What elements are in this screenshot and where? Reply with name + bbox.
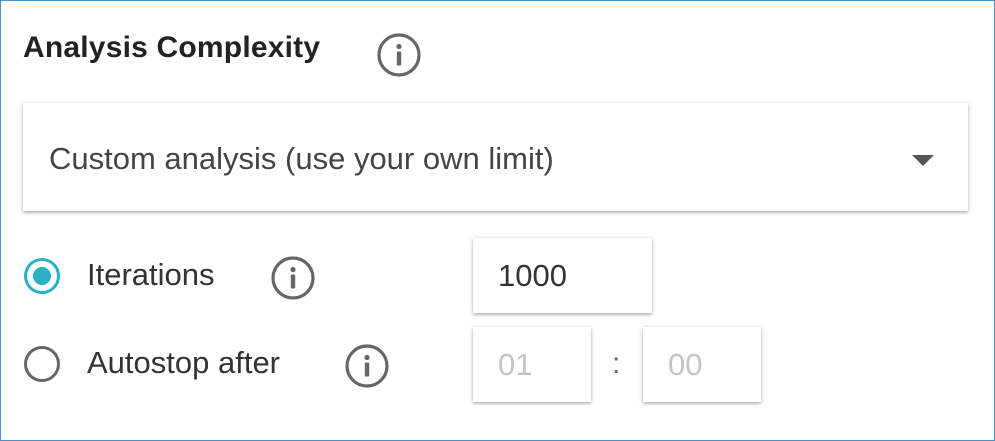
- autostop-label: Autostop after: [87, 345, 281, 380]
- hours-placeholder: 01: [498, 346, 533, 382]
- iterations-info-icon[interactable]: [270, 255, 316, 301]
- analysis-complexity-panel: Analysis Complexity Custom analysis (use…: [0, 0, 995, 441]
- iterations-label: Iterations: [87, 257, 215, 292]
- time-separator: :: [612, 347, 621, 380]
- autostop-minutes-input[interactable]: 00: [643, 327, 761, 402]
- iterations-value: 1000: [498, 257, 567, 293]
- caret-down-icon[interactable]: [912, 155, 934, 166]
- info-icon[interactable]: [376, 32, 422, 78]
- autostop-info-icon[interactable]: [344, 343, 390, 389]
- iterations-input[interactable]: 1000: [473, 238, 652, 313]
- autostop-radio[interactable]: [24, 346, 60, 382]
- minutes-placeholder: 00: [668, 346, 703, 382]
- complexity-dropdown[interactable]: Custom analysis (use your own limit): [23, 103, 968, 211]
- autostop-hours-input[interactable]: 01: [473, 327, 591, 402]
- section-title: Analysis Complexity: [23, 31, 321, 64]
- iterations-radio[interactable]: [24, 258, 60, 294]
- dropdown-selected-value: Custom analysis (use your own limit): [49, 141, 554, 176]
